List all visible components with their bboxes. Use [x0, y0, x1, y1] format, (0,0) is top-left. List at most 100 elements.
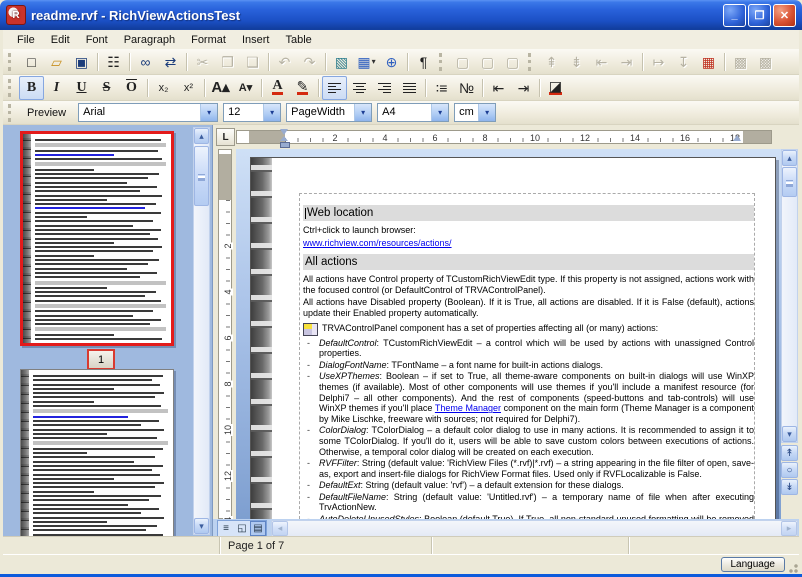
insert-row-below-button[interactable]: ⇟	[564, 50, 589, 74]
highlight-color-button[interactable]: ✎	[290, 76, 315, 100]
scroll-down-button[interactable]: ▾	[782, 426, 797, 442]
page-layout-view-button[interactable]: ▤	[250, 521, 266, 536]
font-color-button[interactable]: A	[265, 76, 290, 100]
preview-scrollbar[interactable]: ▴ ▾	[193, 127, 210, 535]
zoom-combo[interactable]: PageWidth ▾	[286, 103, 372, 122]
numbered-list-button[interactable]: №	[454, 76, 479, 100]
scroll-down-button[interactable]: ▾	[194, 518, 209, 534]
insert-frame-2-button[interactable]: ▢	[475, 50, 500, 74]
bullet-list-button[interactable]: ∶≡	[429, 76, 454, 100]
toolbar-grip[interactable]	[439, 53, 447, 71]
align-center-button[interactable]	[347, 76, 372, 100]
font-size-dropdown-button[interactable]: ▾	[263, 104, 280, 121]
replace-button[interactable]: ⇄	[158, 50, 183, 74]
document-page[interactable]: Web location Ctrl+click to launch browse…	[250, 157, 776, 519]
align-justify-button[interactable]	[397, 76, 422, 100]
hyperlink[interactable]: Theme Manager	[435, 403, 501, 413]
italic-button[interactable]: I	[44, 76, 69, 100]
tab-selector-button[interactable]: L	[216, 128, 235, 146]
menu-paragraph[interactable]: Paragraph	[116, 32, 183, 48]
toolbar-grip[interactable]	[8, 79, 16, 97]
scrollbar-thumb[interactable]	[782, 167, 797, 197]
insert-table-button[interactable]: ▦▾	[354, 50, 379, 74]
vertical-ruler[interactable]: 2468101214	[215, 149, 234, 519]
cut-button[interactable]: ✂	[190, 50, 215, 74]
horizontal-scrollbar[interactable]: ◂ ▸	[271, 520, 798, 537]
scroll-right-button[interactable]: ▸	[781, 521, 797, 536]
toolbar-grip[interactable]	[528, 53, 536, 71]
menu-font[interactable]: Font	[78, 32, 116, 48]
superscript-button[interactable]: x²	[176, 76, 201, 100]
page-thumbnail-1[interactable]	[20, 131, 174, 346]
normal-view-button[interactable]: ≡	[218, 521, 234, 536]
increase-indent-button[interactable]: ⇥	[511, 76, 536, 100]
select-cells-button[interactable]: ▩	[753, 50, 778, 74]
find-button[interactable]: ∞	[133, 50, 158, 74]
overline-button[interactable]: O	[119, 76, 144, 100]
close-button[interactable]: ✕	[773, 4, 796, 27]
open-button[interactable]: ▱	[44, 50, 69, 74]
zoom-dropdown-button[interactable]: ▾	[354, 104, 371, 121]
menu-insert[interactable]: Insert	[234, 32, 278, 48]
insert-picture-button[interactable]: ▧	[329, 50, 354, 74]
align-left-button[interactable]	[322, 76, 347, 100]
left-indent-marker[interactable]	[280, 142, 290, 148]
language-button[interactable]: Language	[721, 557, 786, 572]
menu-edit[interactable]: Edit	[43, 32, 78, 48]
select-browse-object-button[interactable]: ○	[781, 462, 798, 478]
toolbar-grip[interactable]	[8, 104, 16, 122]
redo-button[interactable]: ↷	[297, 50, 322, 74]
scrollbar-thumb[interactable]	[194, 146, 209, 206]
decrease-indent-button[interactable]: ⇤	[486, 76, 511, 100]
shrink-font-button[interactable]: A▾	[233, 76, 258, 100]
insert-hyperlink-button[interactable]: ⊕	[379, 50, 404, 74]
copy-button[interactable]: ❐	[215, 50, 240, 74]
page-thumbnail-2[interactable]	[20, 369, 174, 537]
underline-button[interactable]: U	[69, 76, 94, 100]
minimize-button[interactable]: _	[723, 4, 746, 27]
maximize-button[interactable]: ❐	[748, 4, 771, 27]
show-paragraph-marks-button[interactable]: ¶	[411, 50, 436, 74]
bold-button[interactable]: B	[19, 76, 44, 100]
subscript-button[interactable]: x₂	[151, 76, 176, 100]
web-view-button[interactable]: ◱	[234, 521, 250, 536]
insert-frame-1-button[interactable]: ▢	[450, 50, 475, 74]
insert-column-right-button[interactable]: ⇥	[614, 50, 639, 74]
units-combo[interactable]: cm ▾	[454, 103, 496, 122]
hanging-indent-marker[interactable]	[280, 136, 288, 141]
document-scrollbar[interactable]: ▴ ▾	[781, 149, 798, 443]
new-button[interactable]: □	[19, 50, 44, 74]
menu-file[interactable]: File	[9, 32, 43, 48]
scroll-left-button[interactable]: ◂	[272, 521, 288, 536]
undo-button[interactable]: ↶	[272, 50, 297, 74]
move-row-button[interactable]: ↧	[671, 50, 696, 74]
dropdown-arrow-icon[interactable]: ▾	[372, 57, 376, 66]
menu-format[interactable]: Format	[183, 32, 234, 48]
paper-size-combo[interactable]: A4 ▾	[377, 103, 449, 122]
strikethrough-button[interactable]: S	[94, 76, 119, 100]
font-name-dropdown-button[interactable]: ▾	[200, 104, 217, 121]
align-right-button[interactable]	[372, 76, 397, 100]
previous-page-button[interactable]: ↟	[781, 445, 798, 461]
resize-grip[interactable]	[786, 561, 798, 573]
scroll-up-button[interactable]: ▴	[194, 128, 209, 144]
font-name-combo[interactable]: Arial ▾	[78, 103, 218, 122]
toolbar-grip[interactable]	[8, 53, 16, 71]
grow-font-button[interactable]: A▴	[208, 76, 233, 100]
insert-column-left-button[interactable]: ⇤	[589, 50, 614, 74]
menu-table[interactable]: Table	[277, 32, 319, 48]
titlebar[interactable]: R readme.rvf - RichViewActionsTest _ ❐ ✕	[0, 0, 802, 30]
horizontal-ruler[interactable]: 24681012141618	[236, 127, 772, 146]
print-button[interactable]: ☷	[101, 50, 126, 74]
first-line-indent-marker[interactable]	[280, 129, 288, 135]
document-viewport[interactable]: Web location Ctrl+click to launch browse…	[236, 149, 781, 519]
save-button[interactable]: ▣	[69, 50, 94, 74]
right-indent-marker[interactable]	[733, 135, 741, 141]
units-dropdown-button[interactable]: ▾	[478, 104, 495, 121]
hyperlink[interactable]: www.richview.com/resources/actions/	[303, 238, 452, 248]
move-column-button[interactable]: ↦	[646, 50, 671, 74]
preview-button[interactable]: Preview	[19, 105, 74, 121]
document-content[interactable]: Web location Ctrl+click to launch browse…	[303, 199, 754, 519]
font-size-combo[interactable]: 12 ▾	[223, 103, 281, 122]
next-page-button[interactable]: ↡	[781, 479, 798, 495]
